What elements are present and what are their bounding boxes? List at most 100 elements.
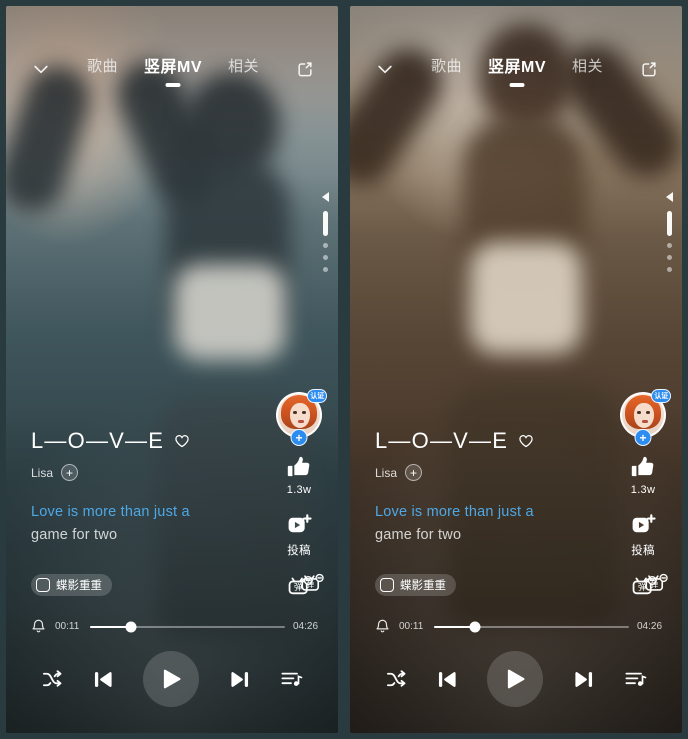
play-button[interactable]	[143, 651, 200, 707]
verified-badge: 认证	[307, 389, 327, 403]
tab-songs[interactable]: 歌曲	[429, 53, 464, 86]
artist-avatar[interactable]: 认证 +	[620, 389, 671, 446]
title-row: L—O—V—E	[375, 428, 605, 454]
square-badge-icon	[36, 577, 50, 592]
artist-row: Lisa +	[375, 464, 605, 481]
tab-related[interactable]: 相关	[226, 53, 261, 86]
progress-row: 00:11 04:26	[30, 618, 320, 635]
video-source-tag-label: 蝶影重重	[400, 579, 446, 592]
lyric-line-next: game for two	[31, 527, 118, 543]
play-button[interactable]	[487, 651, 544, 707]
contribute-button[interactable]: 投稿	[630, 512, 657, 558]
video-source-tag[interactable]: 蝶影重重	[31, 573, 112, 596]
caret-left-icon	[322, 192, 329, 202]
video-source-tag[interactable]: 蝶影重重	[375, 573, 456, 596]
video-plus-icon	[286, 512, 313, 539]
play-icon	[156, 664, 186, 694]
shuffle-button[interactable]	[41, 668, 64, 691]
page-indicator-dot	[667, 267, 672, 272]
square-badge-icon	[380, 577, 394, 592]
video-source-tag-label: 蝶影重重	[56, 579, 102, 592]
progress-knob[interactable]	[125, 621, 137, 632]
phone-screen-right: 歌曲 竖屏MV 相关 认证 + 1.3w 投稿 弹 L—O—V—E Lisa +…	[350, 6, 682, 733]
current-time: 00:11	[55, 621, 80, 632]
player-panel-right: 歌曲 竖屏MV 相关 认证 + 1.3w 投稿 弹 L—O—V—E Lisa +…	[344, 0, 688, 739]
lyrics-block[interactable]: Love is more than just a game for two	[375, 501, 605, 547]
action-rail: 认证 + 1.3w 投稿 弹	[616, 389, 671, 601]
page-indicator[interactable]	[322, 192, 329, 272]
progress-slider[interactable]	[434, 621, 629, 632]
contribute-label: 投稿	[631, 545, 655, 557]
follow-artist-button[interactable]: +	[634, 429, 652, 446]
danmaku-settings-icon[interactable]: 弹	[643, 572, 668, 597]
player-controls	[350, 649, 682, 709]
lyrics-block[interactable]: Love is more than just a game for two	[31, 501, 261, 547]
song-meta-block: L—O—V—E Lisa + Love is more than just a …	[375, 428, 605, 547]
player-controls	[6, 649, 338, 709]
tab-songs[interactable]: 歌曲	[85, 53, 120, 86]
thumbs-up-icon	[286, 454, 313, 481]
total-time: 04:26	[293, 621, 319, 632]
danmaku-settings-icon[interactable]: 弹	[299, 572, 324, 597]
page-indicator-active	[667, 211, 672, 236]
heart-outline-icon[interactable]	[518, 433, 534, 449]
phone-screen-left: 歌曲 竖屏MV 相关 认证 + 1.3w 投稿 弹 L—O—V—E Lisa +…	[6, 6, 338, 733]
tab-bar: 歌曲 竖屏MV 相关	[58, 51, 288, 87]
playlist-button[interactable]	[279, 667, 303, 691]
top-gradient-scrim	[6, 6, 338, 176]
tab-bar: 歌曲 竖屏MV 相关	[402, 51, 632, 87]
previous-button[interactable]	[90, 666, 117, 693]
thumbs-up-icon	[630, 454, 657, 481]
follow-artist-button[interactable]: +	[290, 429, 308, 446]
lyric-line-current: Love is more than just a	[375, 504, 534, 520]
total-time: 04:26	[637, 621, 663, 632]
alarm-bell-icon[interactable]	[374, 618, 391, 635]
tab-vertical-mv[interactable]: 竖屏MV	[142, 51, 204, 87]
page-indicator-dot	[667, 243, 672, 248]
chevron-down-icon[interactable]	[24, 52, 58, 86]
svg-text:弹: 弹	[306, 579, 314, 589]
top-gradient-scrim	[350, 6, 682, 176]
alarm-bell-icon[interactable]	[30, 618, 47, 635]
next-button[interactable]	[226, 666, 253, 693]
follow-button[interactable]: +	[405, 464, 423, 481]
follow-button[interactable]: +	[61, 464, 79, 481]
like-button[interactable]: 1.3w	[630, 454, 657, 496]
player-panel-left: 歌曲 竖屏MV 相关 认证 + 1.3w 投稿 弹 L—O—V—E Lisa +…	[0, 0, 344, 739]
caret-left-icon	[666, 192, 673, 202]
artist-name[interactable]: Lisa	[31, 466, 53, 480]
contribute-button[interactable]: 投稿	[286, 512, 313, 558]
page-indicator-dot	[323, 243, 328, 248]
top-navigation-bar: 歌曲 竖屏MV 相关	[350, 52, 682, 86]
page-title: L—O—V—E	[31, 428, 165, 453]
progress-row: 00:11 04:26	[374, 618, 664, 635]
page-indicator[interactable]	[666, 192, 673, 272]
chip-row: 蝶影重重 弹	[375, 572, 668, 597]
like-count: 1.3w	[286, 484, 312, 496]
verified-badge: 认证	[651, 389, 671, 403]
artist-name[interactable]: Lisa	[375, 466, 397, 480]
artist-avatar[interactable]: 认证 +	[276, 389, 327, 446]
like-button[interactable]: 1.3w	[286, 454, 313, 496]
page-title: L—O—V—E	[375, 428, 509, 453]
shuffle-button[interactable]	[385, 668, 408, 691]
page-indicator-dot	[667, 255, 672, 260]
like-count: 1.3w	[630, 484, 656, 496]
share-icon[interactable]	[632, 52, 666, 86]
page-indicator-dot	[323, 255, 328, 260]
chip-row: 蝶影重重 弹	[31, 572, 324, 597]
share-icon[interactable]	[288, 52, 322, 86]
tab-vertical-mv[interactable]: 竖屏MV	[486, 51, 548, 87]
heart-outline-icon[interactable]	[174, 433, 190, 449]
previous-button[interactable]	[434, 666, 461, 693]
play-icon	[500, 664, 530, 694]
progress-slider[interactable]	[90, 621, 285, 632]
next-button[interactable]	[570, 666, 597, 693]
song-meta-block: L—O—V—E Lisa + Love is more than just a …	[31, 428, 261, 547]
contribute-label: 投稿	[287, 545, 311, 557]
playlist-button[interactable]	[623, 667, 647, 691]
tab-related[interactable]: 相关	[570, 53, 605, 86]
action-rail: 认证 + 1.3w 投稿 弹	[272, 389, 327, 601]
chevron-down-icon[interactable]	[368, 52, 402, 86]
progress-knob[interactable]	[469, 621, 481, 632]
